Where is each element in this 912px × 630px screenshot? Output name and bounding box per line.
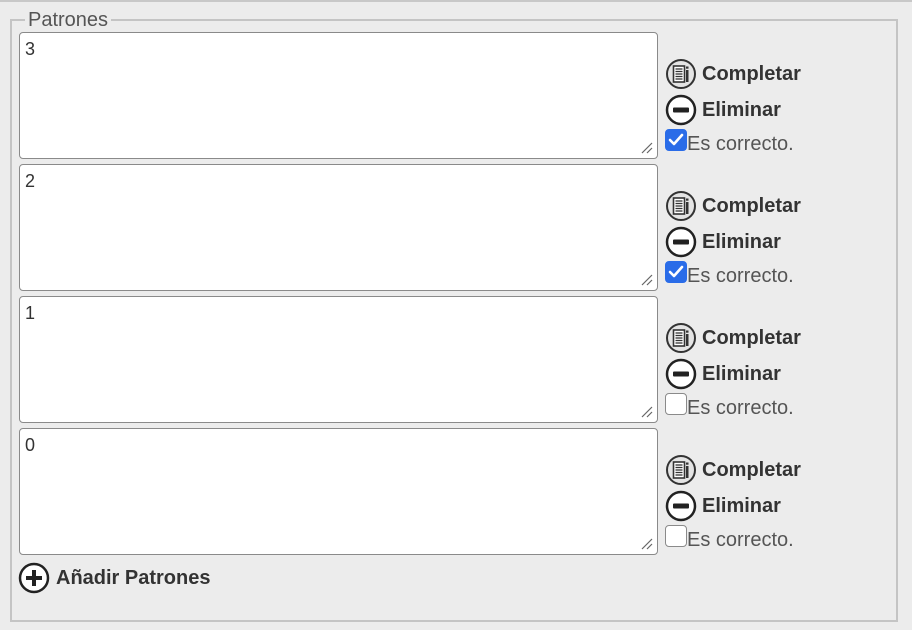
pattern-rows: 3 Completar Eliminar Es correcto. 2 Completar… [19, 32, 879, 560]
patterns-legend: Patrones [28, 9, 109, 31]
delete-button[interactable]: Eliminar [665, 92, 865, 128]
complete-button[interactable]: Completar [665, 56, 865, 92]
pattern-answer-field[interactable]: 1 [19, 296, 658, 423]
delete-button[interactable]: Eliminar [665, 356, 865, 392]
add-pattern-label: Añadir Patrones [56, 566, 211, 589]
pattern-row: 1 Completar Eliminar Es correcto. [19, 296, 879, 428]
minus-circle-icon [665, 490, 697, 522]
minus-circle-icon [665, 226, 697, 258]
correct-checkbox[interactable] [665, 129, 687, 151]
complete-button[interactable]: Completar [665, 452, 865, 488]
correct-label: Es correcto. [687, 132, 794, 155]
minus-circle-icon [665, 358, 697, 390]
pattern-answer-field[interactable]: 3 [19, 32, 658, 159]
delete-label: Eliminar [702, 98, 781, 121]
correct-option: Es correcto. [665, 126, 865, 162]
correct-option: Es correcto. [665, 522, 865, 558]
correct-checkbox[interactable] [665, 261, 687, 283]
delete-label: Eliminar [702, 230, 781, 253]
list-document-icon [666, 59, 696, 89]
complete-button[interactable]: Completar [665, 188, 865, 224]
list-document-icon [666, 455, 696, 485]
correct-label: Es correcto. [687, 264, 794, 287]
complete-label: Completar [702, 326, 801, 349]
correct-checkbox[interactable] [665, 525, 687, 547]
correct-option: Es correcto. [665, 390, 865, 426]
delete-label: Eliminar [702, 362, 781, 385]
pattern-row: 2 Completar Eliminar Es correcto. [19, 164, 879, 296]
checkmark-icon [668, 265, 684, 278]
pattern-row: 0 Completar Eliminar Es correcto. [19, 428, 879, 560]
minus-circle-icon [665, 94, 697, 126]
pattern-actions: Completar Eliminar Es correcto. [665, 320, 865, 426]
delete-label: Eliminar [702, 494, 781, 517]
pattern-actions: Completar Eliminar Es correcto. [665, 56, 865, 162]
top-divider [0, 0, 912, 2]
correct-label: Es correcto. [687, 396, 794, 419]
complete-label: Completar [702, 458, 801, 481]
correct-option: Es correcto. [665, 258, 865, 294]
list-document-icon [666, 191, 696, 221]
add-pattern-button[interactable]: Añadir Patrones [18, 562, 210, 594]
correct-label: Es correcto. [687, 528, 794, 551]
complete-button[interactable]: Completar [665, 320, 865, 356]
delete-button[interactable]: Eliminar [665, 488, 865, 524]
pattern-row: 3 Completar Eliminar Es correcto. [19, 32, 879, 164]
pattern-actions: Completar Eliminar Es correcto. [665, 452, 865, 558]
complete-label: Completar [702, 194, 801, 217]
checkmark-icon [668, 133, 684, 146]
plus-circle-icon [18, 562, 50, 594]
delete-button[interactable]: Eliminar [665, 224, 865, 260]
complete-label: Completar [702, 62, 801, 85]
pattern-answer-field[interactable]: 0 [19, 428, 658, 555]
correct-checkbox[interactable] [665, 393, 687, 415]
list-document-icon [666, 323, 696, 353]
pattern-answer-field[interactable]: 2 [19, 164, 658, 291]
pattern-actions: Completar Eliminar Es correcto. [665, 188, 865, 294]
